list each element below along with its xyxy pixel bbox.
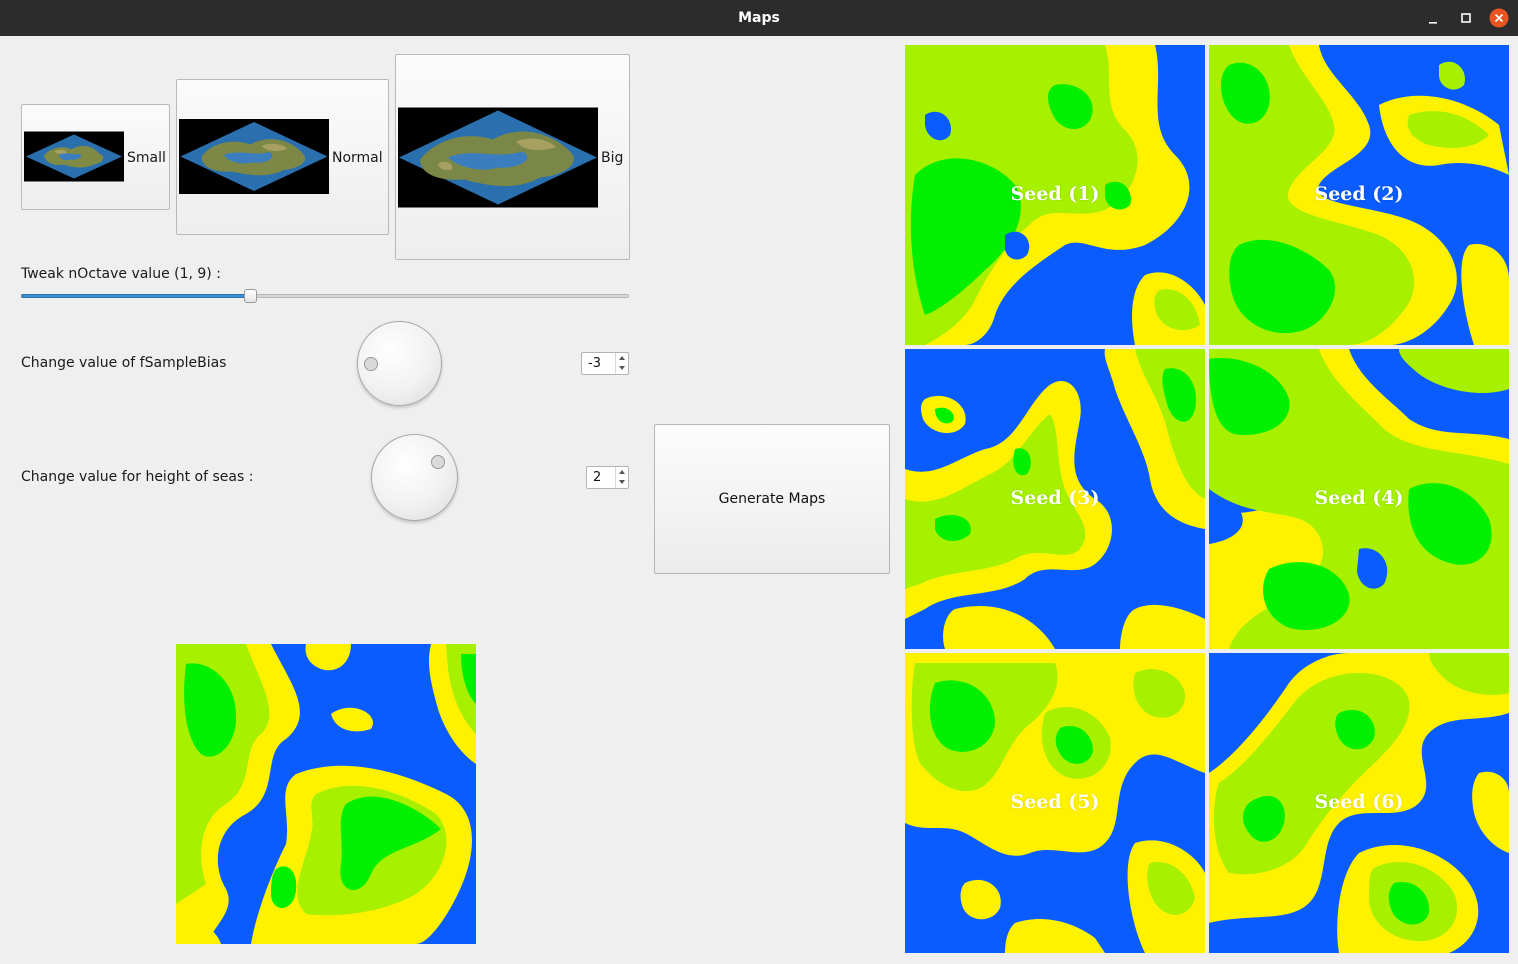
sample-bias-dial[interactable] <box>357 321 442 406</box>
close-button[interactable] <box>1489 8 1509 28</box>
sample-bias-label: Change value of fSampleBias <box>21 355 227 371</box>
octave-slider-handle[interactable] <box>244 289 258 303</box>
spin-arrows <box>615 353 628 374</box>
normal-map-thumbnail <box>179 119 329 194</box>
seed-map-4[interactable]: Seed (4) <box>1209 349 1509 649</box>
maximize-icon <box>1461 13 1471 23</box>
seed-map-6[interactable]: Seed (6) <box>1209 653 1509 953</box>
seed-label: Seed (5) <box>1010 791 1100 813</box>
seed-label: Seed (2) <box>1314 183 1404 205</box>
small-size-label: Small <box>127 150 166 166</box>
maps-window: Maps Small Normal Big Tweak nOctave valu… <box>0 0 1518 964</box>
seed-label: Seed (3) <box>1010 487 1100 509</box>
spin-down-icon[interactable] <box>616 363 628 373</box>
title-bar: Maps <box>0 0 1518 36</box>
generate-maps-button[interactable]: Generate Maps <box>654 424 890 574</box>
close-icon <box>1489 8 1509 28</box>
minimize-icon <box>1429 22 1437 24</box>
octave-slider-fill <box>21 294 251 298</box>
seed-map-3[interactable]: Seed (3) <box>905 349 1205 649</box>
normal-size-label: Normal <box>332 150 383 166</box>
big-size-button[interactable]: Big <box>395 54 630 260</box>
seed-map-1[interactable]: Seed (1) <box>905 45 1205 345</box>
seed-label: Seed (6) <box>1314 791 1404 813</box>
seed-label: Seed (1) <box>1010 183 1100 205</box>
sample-bias-value: -3 <box>588 356 601 371</box>
sea-height-value: 2 <box>593 470 602 485</box>
spin-down-icon[interactable] <box>616 477 628 487</box>
maximize-button[interactable] <box>1456 8 1476 28</box>
big-size-label: Big <box>601 150 624 166</box>
small-size-button[interactable]: Small <box>21 104 170 210</box>
dial-notch <box>431 455 445 469</box>
spin-up-icon[interactable] <box>616 467 628 477</box>
seed-map-5[interactable]: Seed (5) <box>905 653 1205 953</box>
spin-arrows <box>615 467 628 488</box>
seed-label: Seed (4) <box>1314 487 1404 509</box>
big-map-thumbnail <box>398 107 598 208</box>
sea-height-label: Change value for height of seas : <box>21 469 254 485</box>
minimize-button[interactable] <box>1423 8 1443 28</box>
normal-size-button[interactable]: Normal <box>176 79 389 235</box>
spin-up-icon[interactable] <box>616 353 628 363</box>
sea-height-dial[interactable] <box>371 434 458 521</box>
window-title: Maps <box>738 10 780 26</box>
seed-map-2[interactable]: Seed (2) <box>1209 45 1509 345</box>
sample-bias-spinbox[interactable]: -3 <box>581 352 629 375</box>
small-map-thumbnail <box>24 131 124 182</box>
preview-map <box>176 644 476 944</box>
main-panel: Small Normal Big Tweak nOctave value (1,… <box>2 36 1518 964</box>
octave-label: Tweak nOctave value (1, 9) : <box>21 266 221 282</box>
dial-notch <box>364 357 378 371</box>
sea-height-spinbox[interactable]: 2 <box>586 466 629 489</box>
